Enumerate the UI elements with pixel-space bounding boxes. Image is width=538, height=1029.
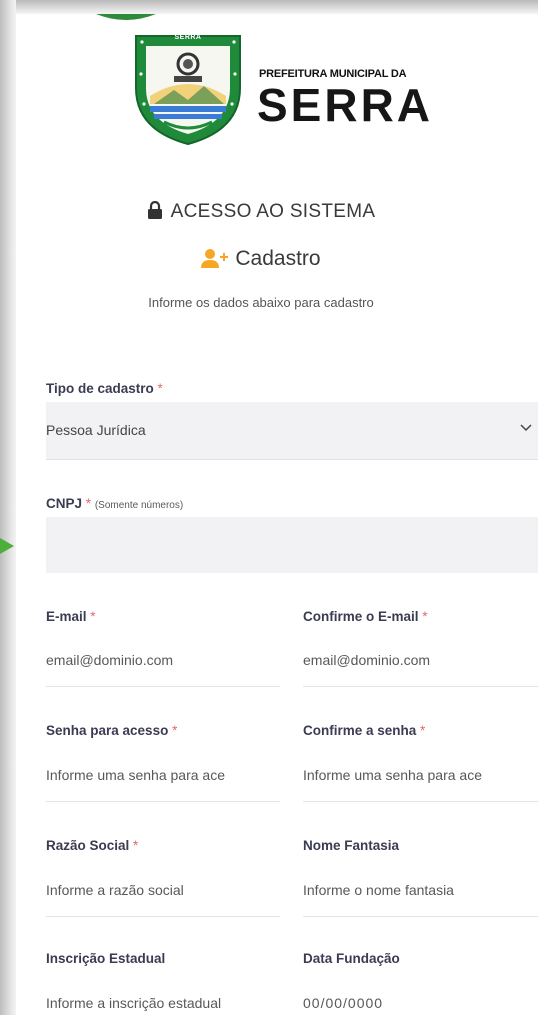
tipo-label-text: Tipo de cadastro <box>46 381 154 396</box>
password-label-text: Senha para acesso <box>46 723 169 738</box>
inscricao-input[interactable]: Informe a inscrição estadual <box>46 977 280 1029</box>
tipo-select[interactable]: Pessoa Jurídica <box>46 402 538 460</box>
razao-placeholder: Informe a razão social <box>46 882 184 898</box>
password-confirm-label: Confirme a senha * <box>303 723 425 738</box>
fundacao-input[interactable]: 00/00/0000 <box>303 977 538 1029</box>
required-mark: * <box>90 609 96 624</box>
cnpj-label-text: CNPJ <box>46 496 83 511</box>
fantasia-label: Nome Fantasia <box>303 838 399 853</box>
fantasia-input[interactable]: Informe o nome fantasia <box>303 864 538 917</box>
cnpj-hint: (Somente números) <box>94 500 184 511</box>
page-subtitle: Informe os dados abaixo para cadastro <box>148 295 374 310</box>
fundacao-placeholder: 00/00/0000 <box>303 995 384 1011</box>
register-title-text: Cadastro <box>235 247 321 270</box>
email-confirm-placeholder: email@dominio.com <box>303 652 431 668</box>
window-left-edge <box>0 0 16 1015</box>
email-label: E-mail * <box>46 609 96 624</box>
tipo-label: Tipo de cadastro * <box>46 381 163 396</box>
emblem-fragment-icon <box>96 14 156 20</box>
razao-label-text: Razão Social <box>46 838 130 853</box>
logo-line2: SERRA <box>257 79 434 131</box>
password-input[interactable]: Informe uma senha para ace <box>46 749 280 802</box>
chevron-down-icon <box>520 424 532 432</box>
fantasia-placeholder: Informe o nome fantasia <box>303 882 454 898</box>
fundacao-label-text: Data Fundação <box>303 951 400 966</box>
arrow-pointer-icon <box>0 538 14 554</box>
password-confirm-placeholder: Informe uma senha para ace <box>303 767 482 783</box>
password-label: Senha para acesso * <box>46 723 177 738</box>
required-mark: * <box>172 723 178 738</box>
razao-label: Razão Social * <box>46 838 138 853</box>
email-label-text: E-mail <box>46 609 87 624</box>
email-confirm-label-text: Confirme o E-mail <box>303 609 419 624</box>
password-placeholder: Informe uma senha para ace <box>46 767 225 783</box>
required-mark: * <box>133 838 139 853</box>
city-crest-icon <box>135 35 241 146</box>
razao-input[interactable]: Informe a razão social <box>46 864 280 917</box>
register-title: Cadastro <box>16 247 506 271</box>
user-plus-icon <box>201 249 229 268</box>
lock-icon <box>147 201 162 219</box>
crest-label: SERRA <box>174 34 202 41</box>
password-confirm-label-text: Confirme a senha <box>303 723 417 738</box>
required-mark: * <box>422 609 428 624</box>
email-confirm-label: Confirme o E-mail * <box>303 609 428 624</box>
prefeitura-logo: SERRA PREFEITURA MUNICIPAL DA SERRA <box>134 34 454 154</box>
access-title-text: ACESSO AO SISTEMA <box>170 201 376 222</box>
required-mark: * <box>85 496 92 511</box>
access-title: ACESSO AO SISTEMA <box>16 201 506 223</box>
register-card: SERRA PREFEITURA MUNICIPAL DA SERRA ACES… <box>16 14 538 1015</box>
cnpj-label: CNPJ * (Somente números) <box>46 496 183 511</box>
inscricao-placeholder: Informe a inscrição estadual <box>46 995 222 1011</box>
required-mark: * <box>157 381 163 396</box>
tipo-select-value: Pessoa Jurídica <box>46 422 146 438</box>
email-placeholder: email@dominio.com <box>46 652 174 668</box>
password-confirm-input[interactable]: Informe uma senha para ace <box>303 749 538 802</box>
email-confirm-input[interactable]: email@dominio.com <box>303 634 538 687</box>
window-top-edge <box>0 0 538 14</box>
email-input[interactable]: email@dominio.com <box>46 634 280 687</box>
cnpj-input[interactable] <box>46 517 538 573</box>
required-mark: * <box>420 723 426 738</box>
inscricao-label-text: Inscrição Estadual <box>46 951 166 966</box>
fantasia-label-text: Nome Fantasia <box>303 838 400 853</box>
fundacao-label: Data Fundação <box>303 951 400 966</box>
inscricao-label: Inscrição Estadual <box>46 951 165 966</box>
